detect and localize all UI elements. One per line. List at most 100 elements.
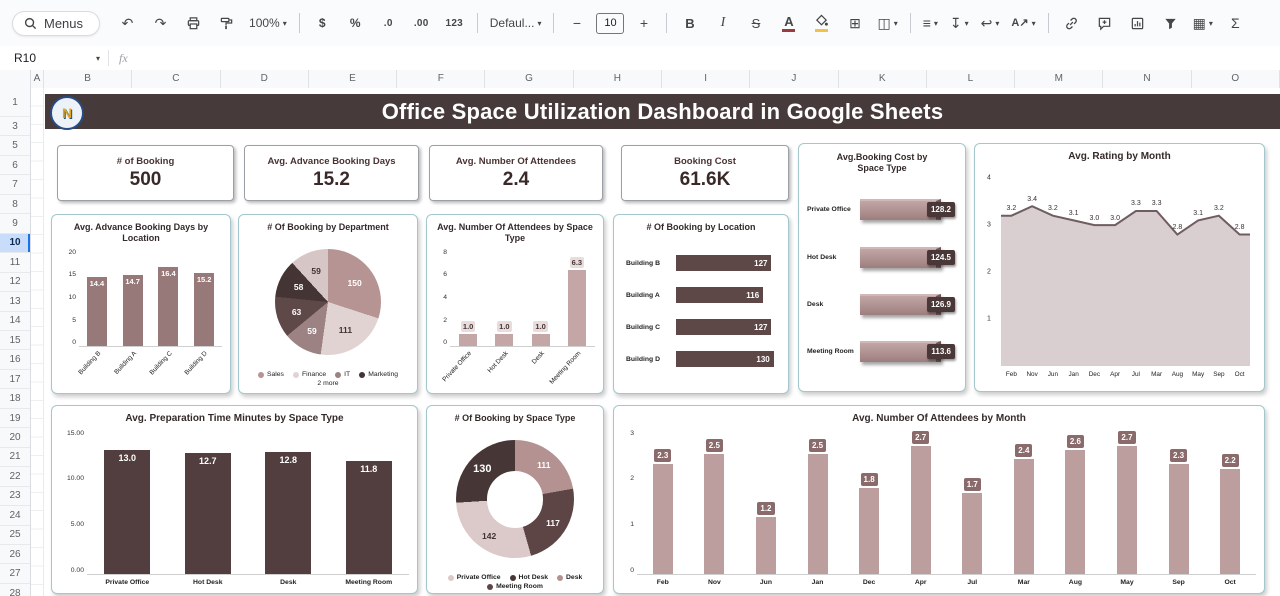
bar[interactable]: [808, 454, 828, 574]
row-header-3[interactable]: 3: [0, 117, 30, 136]
text-wrap-button[interactable]: ↩▾: [976, 10, 1005, 36]
bold-button[interactable]: B: [674, 10, 705, 36]
column-header-I[interactable]: I: [662, 70, 750, 88]
bar[interactable]: [1220, 469, 1240, 574]
column-header-G[interactable]: G: [485, 70, 573, 88]
bar[interactable]: 15.2: [194, 273, 214, 346]
name-box[interactable]: R10 ▾: [0, 51, 108, 65]
row-header-14[interactable]: 14: [0, 312, 30, 331]
column-header-O[interactable]: O: [1192, 70, 1280, 88]
bar[interactable]: [911, 446, 931, 575]
undo-button[interactable]: ↶: [112, 10, 143, 36]
row-header-17[interactable]: 17: [0, 370, 30, 389]
strikethrough-button[interactable]: S: [740, 10, 771, 36]
pie-chart[interactable]: 15011159635859: [275, 249, 381, 355]
decrease-decimal-button[interactable]: .0: [373, 10, 404, 36]
row-header-16[interactable]: 16: [0, 350, 30, 369]
chart-attendees-by-month[interactable]: Avg. Number Of Attendees by Month 32102.…: [613, 405, 1265, 594]
insert-comment-button[interactable]: [1089, 10, 1120, 36]
bar[interactable]: [1169, 464, 1189, 574]
select-all-corner[interactable]: [0, 70, 31, 88]
bar[interactable]: [756, 517, 776, 574]
row-header-24[interactable]: 24: [0, 506, 30, 525]
bar[interactable]: [459, 334, 477, 346]
kpi-card-advance-booking-days[interactable]: Avg. Advance Booking Days 15.2: [244, 145, 419, 201]
bar[interactable]: [653, 464, 673, 574]
column-header-E[interactable]: E: [309, 70, 397, 88]
row-header-27[interactable]: 27: [0, 564, 30, 583]
row-header-10[interactable]: 10: [0, 234, 30, 253]
row-header-11[interactable]: 11: [0, 253, 30, 272]
kpi-card-number-of-attendees[interactable]: Avg. Number Of Attendees 2.4: [429, 145, 603, 201]
functions-button[interactable]: Σ: [1220, 10, 1251, 36]
bar[interactable]: 14.4: [87, 277, 107, 346]
kpi-card-number-of-booking[interactable]: # of Booking 500: [57, 145, 234, 201]
row-header-6[interactable]: 6: [0, 156, 30, 175]
bar[interactable]: [962, 493, 982, 574]
chart-rating-by-month[interactable]: Avg. Rating by Month 12343.23.43.23.13.0…: [974, 143, 1265, 392]
zoom-select[interactable]: 100%▾: [244, 10, 292, 36]
row-header-22[interactable]: 22: [0, 467, 30, 486]
row-header-28[interactable]: 28: [0, 584, 30, 596]
column-header-D[interactable]: D: [221, 70, 309, 88]
chart-preparation-time-by-space-type[interactable]: Avg. Preparation Time Minutes by Space T…: [51, 405, 418, 594]
row-header-15[interactable]: 15: [0, 331, 30, 350]
bar[interactable]: [532, 334, 550, 346]
decrease-font-size-button[interactable]: −: [561, 10, 592, 36]
column-header-A[interactable]: A: [31, 70, 44, 88]
chart-booking-by-location[interactable]: # Of Booking by Location Building B127Bu…: [613, 214, 789, 394]
row-header-1[interactable]: 1: [0, 88, 30, 117]
merge-cells-button[interactable]: ◫▾: [872, 10, 902, 36]
increase-font-size-button[interactable]: +: [628, 10, 659, 36]
font-family-select[interactable]: Defaul...▾: [485, 10, 547, 36]
sheet-grid[interactable]: N Office Space Utilization Dashboard in …: [31, 88, 1280, 596]
text-rotation-button[interactable]: A↗▾: [1006, 10, 1040, 36]
bar[interactable]: [1065, 450, 1085, 574]
chart-booking-cost-by-space-type[interactable]: Avg.Booking Cost by Space Type Private O…: [798, 143, 966, 392]
text-color-button[interactable]: A: [773, 10, 804, 36]
borders-button[interactable]: ⊞: [839, 10, 870, 36]
row-header-8[interactable]: 8: [0, 195, 30, 214]
row-header-12[interactable]: 12: [0, 273, 30, 292]
paint-format-button[interactable]: [211, 10, 242, 36]
bar[interactable]: 116: [676, 287, 763, 303]
row-header-9[interactable]: 9: [0, 214, 30, 233]
row-header-23[interactable]: 23: [0, 487, 30, 506]
donut-chart[interactable]: 111117142130: [456, 440, 574, 558]
row-header-7[interactable]: 7: [0, 175, 30, 194]
format-currency-button[interactable]: $: [307, 10, 338, 36]
bar[interactable]: [1117, 446, 1137, 575]
column-header-M[interactable]: M: [1015, 70, 1103, 88]
bar[interactable]: 130: [676, 351, 774, 367]
column-header-L[interactable]: L: [927, 70, 1015, 88]
formula-input[interactable]: [142, 46, 1280, 70]
bar[interactable]: [859, 488, 879, 574]
column-header-H[interactable]: H: [574, 70, 662, 88]
row-header-13[interactable]: 13: [0, 292, 30, 311]
italic-button[interactable]: I: [707, 10, 738, 36]
column-header-F[interactable]: F: [397, 70, 485, 88]
bar[interactable]: 12.8: [265, 452, 311, 574]
bar[interactable]: 14.7: [123, 275, 143, 346]
row-header-20[interactable]: 20: [0, 428, 30, 447]
column-header-B[interactable]: B: [44, 70, 132, 88]
column-header-J[interactable]: J: [750, 70, 838, 88]
insert-link-button[interactable]: [1056, 10, 1087, 36]
bar[interactable]: 127: [676, 319, 771, 335]
print-button[interactable]: [178, 10, 209, 36]
font-size-input[interactable]: 10: [596, 13, 624, 34]
table-button[interactable]: ▦▾: [1188, 10, 1218, 36]
fill-color-button[interactable]: [806, 10, 837, 36]
format-percent-button[interactable]: %: [340, 10, 371, 36]
bar[interactable]: 13.0: [104, 450, 150, 574]
vertical-align-button[interactable]: ↧▾: [945, 10, 974, 36]
column-header-N[interactable]: N: [1103, 70, 1191, 88]
bar[interactable]: [1014, 459, 1034, 574]
increase-decimal-button[interactable]: .00: [406, 10, 437, 36]
bar[interactable]: 16.4: [158, 267, 178, 346]
bar[interactable]: [495, 334, 513, 346]
chart-attendees-by-space-type[interactable]: Avg. Number Of Attendees by Space Type 8…: [426, 214, 604, 394]
row-header-26[interactable]: 26: [0, 545, 30, 564]
number-format-button[interactable]: 123: [439, 10, 470, 36]
row-header-5[interactable]: 5: [0, 136, 30, 155]
